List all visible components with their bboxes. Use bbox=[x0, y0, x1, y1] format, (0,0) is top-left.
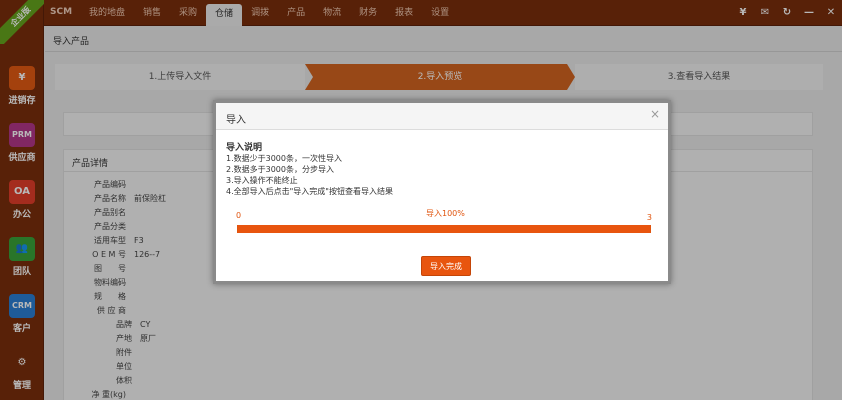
import-progress: 0 导入100% 3 bbox=[236, 207, 652, 237]
import-dialog: 导入 × 导入说明 1.数据少于3000条，一次性导入 2.数据多于3000条，… bbox=[213, 100, 671, 284]
close-icon[interactable]: × bbox=[650, 107, 660, 121]
progress-track bbox=[237, 225, 651, 233]
instruction-line: 1.数据少于3000条，一次性导入 bbox=[226, 154, 342, 163]
progress-start: 0 bbox=[236, 211, 242, 220]
instructions-title: 导入说明 bbox=[226, 143, 263, 153]
instruction-line: 4.全部导入后点击"导入完成"按钮查看导入结果 bbox=[226, 187, 393, 196]
progress-end: 3 bbox=[646, 213, 652, 222]
instruction-line: 3.导入操作不能终止 bbox=[226, 176, 298, 185]
dialog-title: 导入 bbox=[226, 115, 246, 126]
import-instructions: 导入说明 1.数据少于3000条，一次性导入 2.数据多于3000条，分步导入 … bbox=[226, 140, 656, 197]
import-complete-button[interactable]: 导入完成 bbox=[421, 256, 471, 276]
instruction-line: 2.数据多于3000条，分步导入 bbox=[226, 165, 334, 174]
progress-label: 导入100% bbox=[426, 209, 465, 218]
progress-fill bbox=[238, 225, 650, 233]
dialog-header: 导入 × bbox=[216, 103, 668, 130]
